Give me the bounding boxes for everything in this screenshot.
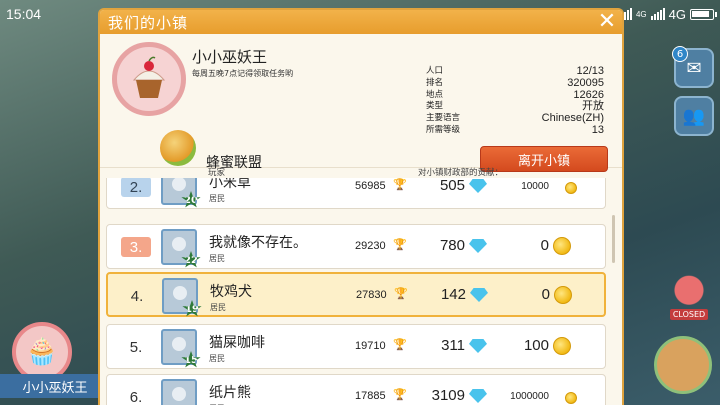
trophy-icon: 🏆 bbox=[394, 287, 408, 300]
rank-badge: 4. bbox=[130, 287, 144, 305]
coin-icon bbox=[565, 182, 577, 194]
gem-icon bbox=[469, 389, 487, 403]
battery-icon bbox=[690, 8, 717, 20]
avatar bbox=[161, 379, 197, 405]
stat-rank: 排名 320095 bbox=[426, 76, 604, 89]
town-name: 小小巫妖王 bbox=[192, 48, 268, 66]
gem-count: 311 bbox=[441, 337, 465, 354]
stat-location: 地点 12626 bbox=[426, 88, 604, 101]
member-row-selected[interactable]: 4. 19 牧鸡犬 居民 27830 🏆 142 0 bbox=[106, 272, 606, 317]
player-name: 牧鸡犬 bbox=[210, 284, 252, 300]
town-stats: 人口 12/13 排名 320095 地点 12626 类型 开放 主要语言 Chines… bbox=[426, 65, 604, 137]
coin-icon bbox=[554, 286, 572, 304]
network-small-label: 4G bbox=[635, 9, 647, 19]
gem-count: 142 bbox=[440, 286, 466, 303]
member-list[interactable]: 2. 20 小米草 居民 56985 🏆 505 10000 3. 22 我就像… bbox=[106, 178, 606, 405]
gem-icon bbox=[469, 179, 487, 193]
column-headers: 玩家 对小镇财政部的贡献： bbox=[100, 164, 622, 178]
col-player: 玩家 bbox=[208, 168, 226, 178]
rank-badge: 5. bbox=[129, 338, 143, 356]
town-motto: 每周五晚7点记得领取任务哟 bbox=[192, 69, 294, 78]
trophy-icon: 🏆 bbox=[393, 338, 407, 351]
signal-icon-2 bbox=[650, 8, 665, 20]
player-score: 17885 bbox=[355, 390, 386, 402]
coin-icon bbox=[553, 237, 571, 255]
chat-icon[interactable]: 6 ✉ bbox=[672, 46, 714, 88]
player-score: 19710 bbox=[355, 340, 386, 352]
house-icon[interactable] bbox=[654, 336, 712, 394]
honey-pot-icon bbox=[160, 130, 196, 166]
coin-count: 0 bbox=[540, 237, 549, 254]
coin-count: 0 bbox=[541, 286, 550, 303]
rank-badge: 2. bbox=[121, 178, 151, 197]
member-row[interactable]: 3. 22 我就像不存在。 居民 29230 🏆 780 0 bbox=[106, 224, 606, 269]
stat-language: 主要语言 Chinese(ZH) bbox=[426, 112, 604, 125]
player-name: 我就像不存在。 bbox=[209, 235, 307, 251]
notification-badge: 6 bbox=[672, 46, 688, 62]
gem-count: 3109 bbox=[431, 387, 465, 404]
trophy-icon: 🏆 bbox=[393, 178, 407, 191]
coin-icon bbox=[565, 392, 577, 404]
player-name: 猫屎咖啡 bbox=[209, 335, 265, 351]
coin-count: 100 bbox=[523, 337, 549, 354]
player-score: 29230 bbox=[355, 240, 386, 252]
balloon-closed-icon[interactable]: CLOSED bbox=[664, 272, 714, 324]
member-row[interactable]: 2. 20 小米草 居民 56985 🏆 505 10000 bbox=[106, 178, 606, 209]
gem-icon bbox=[469, 339, 487, 353]
col-contribution: 对小镇财政部的贡献： bbox=[418, 168, 504, 178]
town-avatar-bg[interactable]: 🧁 bbox=[12, 322, 72, 382]
member-row[interactable]: 5. 15 猫屎咖啡 居民 19710 🏆 311 100 bbox=[106, 324, 606, 369]
player-name: 纸片熊 bbox=[209, 385, 251, 401]
coin-count: 10000 bbox=[521, 181, 549, 192]
gem-icon bbox=[470, 288, 488, 302]
player-score: 27830 bbox=[356, 289, 387, 301]
close-button[interactable]: ✕ bbox=[596, 11, 618, 33]
side-menu: 6 ✉ 👥 bbox=[672, 46, 714, 136]
rank-badge: 3. bbox=[121, 237, 151, 257]
gem-count: 505 bbox=[439, 178, 465, 194]
player-score: 56985 bbox=[355, 180, 386, 192]
list-scrollbar[interactable] bbox=[612, 215, 615, 263]
gem-count: 780 bbox=[439, 237, 465, 254]
town-emblem bbox=[112, 42, 186, 116]
town-header: 小小巫妖王 每周五晚7点记得领取任务哟 蜂蜜联盟 人口 12/13 排名 32009… bbox=[100, 34, 622, 172]
member-row[interactable]: 6. 纸片熊 居民 17885 🏆 3109 1000000 bbox=[106, 374, 606, 405]
friends-icon[interactable]: 👥 bbox=[674, 96, 714, 136]
gem-icon bbox=[469, 239, 487, 253]
stat-required-level: 所需等级 13 bbox=[426, 123, 604, 136]
rank-badge: 6. bbox=[129, 388, 143, 405]
town-dialog: 我们的小镇 ✕ 小小巫妖王 每周五晚7点记得领取任务哟 蜂蜜联盟 人口 12/13… bbox=[98, 8, 624, 405]
player-role: 居民 bbox=[209, 194, 225, 203]
trophy-icon: 🏆 bbox=[393, 238, 407, 251]
trophy-icon: 🏆 bbox=[393, 388, 407, 401]
town-name-bg: 小小巫妖王 bbox=[0, 374, 110, 398]
player-role: 居民 bbox=[210, 303, 226, 312]
coin-icon bbox=[553, 337, 571, 355]
player-role: 居民 bbox=[209, 354, 225, 363]
network-label: 4G bbox=[668, 6, 686, 22]
player-role: 居民 bbox=[209, 254, 225, 263]
player-name: 小米草 bbox=[209, 178, 251, 191]
cupcake-icon bbox=[132, 56, 166, 98]
coin-count: 1000000 bbox=[510, 391, 549, 402]
dialog-title: 我们的小镇 bbox=[100, 10, 622, 34]
clock: 15:04 bbox=[6, 6, 42, 22]
